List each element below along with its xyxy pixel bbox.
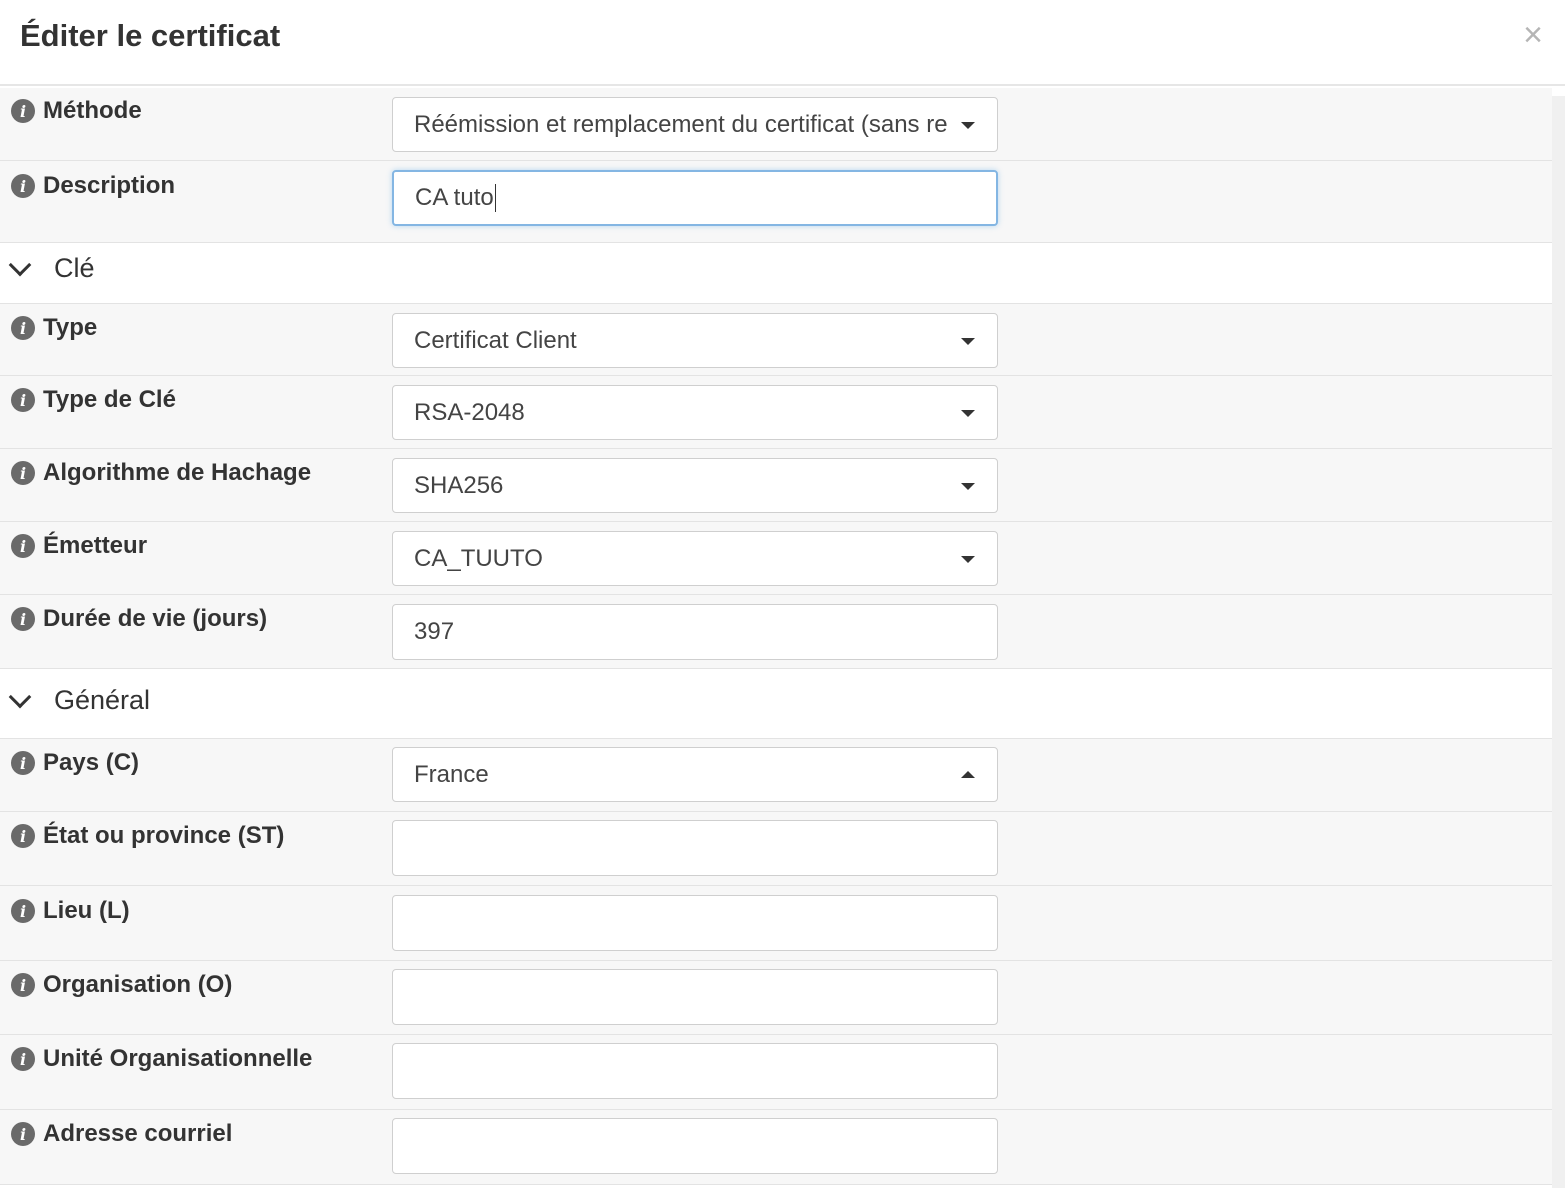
text-cursor bbox=[494, 184, 496, 212]
org-unit-input[interactable] bbox=[392, 1043, 998, 1099]
info-icon[interactable]: i bbox=[11, 973, 35, 997]
label-country: i Pays (C) bbox=[11, 749, 139, 777]
row-country: i Pays (C) France bbox=[0, 739, 1552, 812]
label-description: i Description bbox=[11, 172, 175, 200]
caret-up-icon bbox=[961, 770, 975, 778]
state-input[interactable] bbox=[392, 820, 998, 876]
issuer-select[interactable]: CA_TUUTO bbox=[392, 531, 998, 586]
label-lifetime-text: Durée de vie (jours) bbox=[43, 605, 268, 632]
section-cle-label: Clé bbox=[54, 253, 95, 283]
section-cle[interactable]: Clé bbox=[0, 243, 1552, 304]
description-value: CA tuto bbox=[415, 184, 494, 211]
row-methode: i Méthode Réémission et remplacement du … bbox=[0, 88, 1552, 161]
info-icon[interactable]: i bbox=[11, 607, 35, 631]
lifetime-input[interactable]: 397 bbox=[392, 604, 998, 660]
label-description-text: Description bbox=[43, 172, 176, 199]
label-hash: i Algorithme de Hachage bbox=[11, 459, 311, 487]
info-icon[interactable]: i bbox=[11, 1122, 35, 1146]
caret-down-icon bbox=[961, 337, 975, 345]
row-locality: i Lieu (L) bbox=[0, 886, 1552, 961]
lifetime-value: 397 bbox=[414, 618, 455, 645]
row-type: i Type Certificat Client bbox=[0, 304, 1552, 376]
row-org-unit: i Unité Organisationnelle bbox=[0, 1035, 1552, 1110]
dialog-header: Éditer le certificat × bbox=[0, 0, 1565, 86]
chevron-down-icon bbox=[8, 685, 32, 708]
description-input[interactable]: CA tuto bbox=[392, 170, 998, 226]
methode-value: Réémission et remplacement du certificat… bbox=[414, 110, 948, 138]
info-icon[interactable]: i bbox=[11, 388, 35, 412]
email-input[interactable] bbox=[392, 1118, 998, 1174]
section-general-label: Général bbox=[54, 685, 151, 715]
scrollbar-track[interactable] bbox=[1552, 96, 1565, 1188]
label-email: i Adresse courriel bbox=[11, 1120, 232, 1148]
label-org-unit: i Unité Organisationnelle bbox=[11, 1045, 312, 1073]
info-icon[interactable]: i bbox=[11, 824, 35, 848]
info-icon[interactable]: i bbox=[11, 99, 35, 123]
label-methode: i Méthode bbox=[11, 97, 142, 125]
label-methode-text: Méthode bbox=[43, 97, 142, 124]
type-select[interactable]: Certificat Client bbox=[392, 313, 998, 368]
info-icon[interactable]: i bbox=[11, 751, 35, 775]
info-icon[interactable]: i bbox=[11, 1047, 35, 1071]
row-description: i Description CA tuto bbox=[0, 161, 1552, 243]
label-lifetime: i Durée de vie (jours) bbox=[11, 605, 267, 633]
locality-input[interactable] bbox=[392, 895, 998, 951]
label-key-type: i Type de Clé bbox=[11, 386, 176, 414]
label-country-text: Pays (C) bbox=[43, 749, 140, 776]
chevron-down-icon bbox=[8, 253, 32, 276]
dialog-title: Éditer le certificat bbox=[20, 18, 281, 53]
hash-select[interactable]: SHA256 bbox=[392, 458, 998, 513]
label-hash-text: Algorithme de Hachage bbox=[43, 459, 312, 486]
label-type-text: Type bbox=[43, 314, 98, 341]
info-icon[interactable]: i bbox=[11, 174, 35, 198]
row-state: i État ou province (ST) bbox=[0, 812, 1552, 886]
info-icon[interactable]: i bbox=[11, 316, 35, 340]
type-value: Certificat Client bbox=[414, 326, 577, 354]
info-icon[interactable]: i bbox=[11, 534, 35, 558]
label-type: i Type bbox=[11, 314, 97, 342]
label-state-text: État ou province (ST) bbox=[43, 822, 285, 849]
issuer-value: CA_TUUTO bbox=[414, 544, 543, 572]
row-hash: i Algorithme de Hachage SHA256 bbox=[0, 449, 1552, 522]
caret-down-icon bbox=[961, 482, 975, 490]
label-organization-text: Organisation (O) bbox=[43, 971, 233, 998]
label-issuer-text: Émetteur bbox=[43, 532, 148, 559]
label-email-text: Adresse courriel bbox=[43, 1120, 233, 1147]
country-value: France bbox=[414, 760, 489, 788]
caret-down-icon bbox=[961, 409, 975, 417]
close-icon[interactable]: × bbox=[1523, 16, 1543, 54]
info-icon[interactable]: i bbox=[11, 899, 35, 923]
label-org-unit-text: Unité Organisationnelle bbox=[43, 1045, 313, 1072]
section-general[interactable]: Général bbox=[0, 669, 1552, 739]
hash-value: SHA256 bbox=[414, 471, 504, 499]
caret-down-icon bbox=[961, 555, 975, 563]
label-organization: i Organisation (O) bbox=[11, 971, 232, 999]
row-key-type: i Type de Clé RSA-2048 bbox=[0, 376, 1552, 449]
caret-down-icon bbox=[961, 121, 975, 129]
country-select[interactable]: France bbox=[392, 747, 998, 802]
label-issuer: i Émetteur bbox=[11, 532, 147, 560]
row-lifetime: i Durée de vie (jours) 397 bbox=[0, 595, 1552, 669]
row-issuer: i Émetteur CA_TUUTO bbox=[0, 522, 1552, 595]
organization-input[interactable] bbox=[392, 969, 998, 1025]
label-locality-text: Lieu (L) bbox=[43, 897, 130, 924]
methode-select[interactable]: Réémission et remplacement du certificat… bbox=[392, 97, 998, 152]
section-cle-head[interactable]: Clé bbox=[8, 253, 95, 284]
row-email: i Adresse courriel bbox=[0, 1110, 1552, 1185]
label-locality: i Lieu (L) bbox=[11, 897, 130, 925]
label-key-type-text: Type de Clé bbox=[43, 386, 176, 413]
key-type-value: RSA-2048 bbox=[414, 398, 525, 426]
label-state: i État ou province (ST) bbox=[11, 822, 284, 850]
section-general-head[interactable]: Général bbox=[8, 685, 151, 716]
key-type-select[interactable]: RSA-2048 bbox=[392, 385, 998, 440]
row-organization: i Organisation (O) bbox=[0, 961, 1552, 1035]
info-icon[interactable]: i bbox=[11, 461, 35, 485]
